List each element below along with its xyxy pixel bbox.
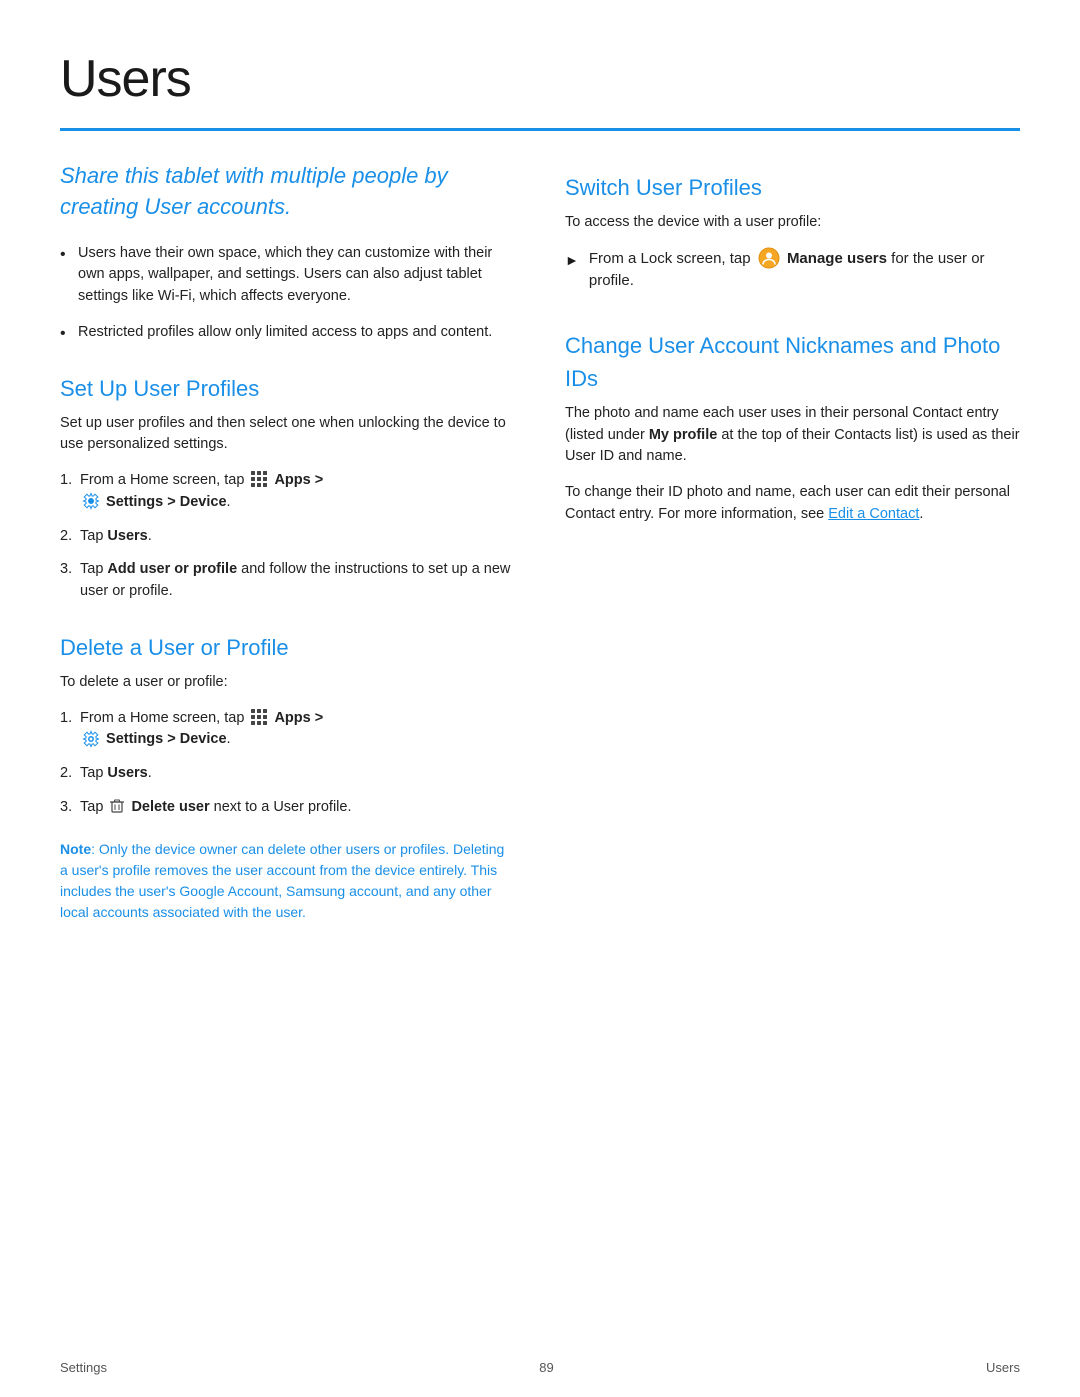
right-column: Switch User Profiles To access the devic… <box>565 161 1020 923</box>
footer-right: Users <box>986 1358 1020 1378</box>
delete-step-2: 2. Tap Users. <box>60 763 515 785</box>
delete-section: Delete a User or Profile To delete a use… <box>60 631 515 923</box>
change-desc1: The photo and name each user uses in the… <box>565 403 1020 468</box>
switch-desc: To access the device with a user profile… <box>565 212 1020 234</box>
my-profile-label: My profile <box>649 427 717 443</box>
delete-desc: To delete a user or profile: <box>60 672 515 694</box>
edit-contact-link[interactable]: Edit a Contact <box>828 506 919 522</box>
section-title-setup: Set Up User Profiles <box>60 372 515 405</box>
change-section: Change User Account Nicknames and Photo … <box>565 329 1020 526</box>
footer-left: Settings <box>60 1358 107 1378</box>
apps-grid-icon <box>250 470 268 488</box>
section-title-delete: Delete a User or Profile <box>60 631 515 664</box>
note-text: Note: Only the device owner can delete o… <box>60 839 515 923</box>
switch-step: ► From a Lock screen, tap Manage users f… <box>565 248 1020 293</box>
page-footer: Settings 89 Users <box>0 1358 1080 1378</box>
manage-users-icon <box>758 247 780 269</box>
list-item: Users have their own space, which they c… <box>60 243 515 308</box>
apps-grid-icon-2 <box>250 708 268 726</box>
setup-desc: Set up user profiles and then select one… <box>60 413 515 457</box>
bullet-list: Users have their own space, which they c… <box>60 243 515 344</box>
settings-gear-icon-2 <box>82 730 100 748</box>
intro-text: Share this tablet with multiple people b… <box>60 161 515 223</box>
trash-icon <box>109 798 125 814</box>
change-desc2: To change their ID photo and name, each … <box>565 482 1020 526</box>
title-divider <box>60 128 1020 131</box>
left-column: Share this tablet with multiple people b… <box>60 161 515 923</box>
arrow-right-icon: ► <box>565 250 579 271</box>
switch-step-text: From a Lock screen, tap Manage users for… <box>589 248 1020 293</box>
setup-step-2: 2. Tap Users. <box>60 526 515 548</box>
settings-gear-icon <box>82 492 100 510</box>
setup-steps: 1. From a Home screen, tap <box>60 470 515 603</box>
manage-label: Manage users <box>787 250 887 267</box>
delete-steps: 1. From a Home screen, tap <box>60 708 515 819</box>
setup-step-1: 1. From a Home screen, tap <box>60 470 515 514</box>
section-title-switch: Switch User Profiles <box>565 171 1020 204</box>
list-item: Restricted profiles allow only limited a… <box>60 322 515 344</box>
page-title: Users <box>60 40 1020 118</box>
footer-center: 89 <box>539 1358 553 1378</box>
delete-step-3: 3. Tap Delete user next to a User p <box>60 797 515 819</box>
delete-step-1: 1. From a Home screen, tap <box>60 708 515 752</box>
section-title-change: Change User Account Nicknames and Photo … <box>565 329 1020 395</box>
note-label: Note <box>60 841 91 857</box>
setup-step-3: 3. Tap Add user or profile and follow th… <box>60 559 515 603</box>
